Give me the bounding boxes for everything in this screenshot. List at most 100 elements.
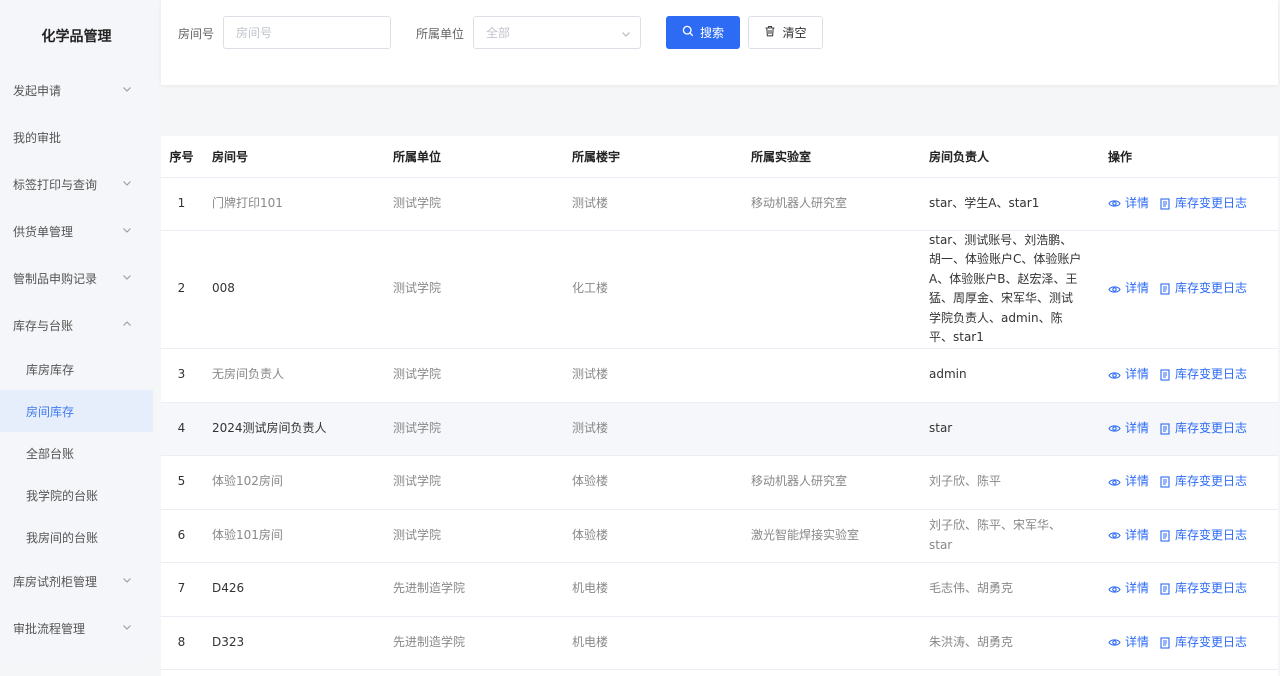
search-icon xyxy=(682,25,694,40)
unit-select-value: 全部 xyxy=(486,26,511,40)
stock-log-link[interactable]: 库存变更日志 xyxy=(1159,633,1247,653)
stock-log-link-label: 库存变更日志 xyxy=(1175,367,1248,382)
table-header-row: 序号 房间号 所属单位 所属楼宇 所属实验室 房间负责人 操作 xyxy=(161,136,1278,178)
detail-link[interactable]: 详情 xyxy=(1108,419,1149,439)
stock-log-link[interactable]: 库存变更日志 xyxy=(1159,365,1247,385)
lab-cell xyxy=(741,348,919,403)
sidebar-item[interactable]: 发起申请 xyxy=(0,69,153,111)
detail-link-label: 详情 xyxy=(1125,474,1150,489)
sidebar-item[interactable]: 供货单管理 xyxy=(0,210,153,252)
building-cell: 测试楼 xyxy=(562,348,741,403)
unit-filter-label: 所属单位 xyxy=(416,27,465,41)
owner-cell: 朱洪涛、胡勇克 xyxy=(919,616,1098,670)
column-header-unit: 所属单位 xyxy=(383,136,562,178)
sidebar-item[interactable]: 全部台账 xyxy=(0,432,153,474)
sidebar-item[interactable]: 房间库存 xyxy=(0,390,153,432)
sidebar-item-label: 管制品申购记录 xyxy=(13,271,98,286)
detail-link-label: 详情 xyxy=(1125,195,1150,210)
unit-select[interactable]: 全部 xyxy=(473,16,641,49)
detail-link[interactable]: 详情 xyxy=(1108,472,1149,492)
stock-log-link[interactable]: 库存变更日志 xyxy=(1159,419,1247,439)
column-header-building: 所属楼宇 xyxy=(562,136,741,178)
stock-log-link[interactable]: 库存变更日志 xyxy=(1159,194,1247,214)
detail-link[interactable]: 详情 xyxy=(1108,579,1149,599)
column-header-index: 序号 xyxy=(161,136,202,178)
sidebar-item[interactable]: 我的审批 xyxy=(0,116,153,158)
lab-cell: 激光智能焊接实验室 xyxy=(741,509,919,563)
stock-log-link[interactable]: 库存变更日志 xyxy=(1159,526,1247,546)
row-index: 3 xyxy=(161,348,202,403)
sidebar-item-label: 库存与台账 xyxy=(13,318,74,333)
column-header-actions: 操作 xyxy=(1098,136,1278,178)
table-row: 6 体验101房间 测试学院 体验楼 激光智能焊接实验室 刘子欣、陈平、宋军华、star 详… xyxy=(161,509,1278,563)
stock-log-link-label: 库存变更日志 xyxy=(1175,281,1248,296)
row-index: 7 xyxy=(161,562,202,617)
column-header-room: 房间号 xyxy=(202,136,383,178)
room-inventory-table: 序号 房间号 所属单位 所属楼宇 所属实验室 房间负责人 操作 1 门牌打印101… xyxy=(161,136,1278,676)
unit-cell: 测试学院 xyxy=(383,177,562,231)
detail-link-label: 详情 xyxy=(1125,581,1150,596)
unit-cell: 测试学院 xyxy=(383,230,562,349)
stock-log-link[interactable]: 库存变更日志 xyxy=(1159,579,1247,599)
detail-link[interactable]: 详情 xyxy=(1108,279,1149,299)
owner-cell: 刘子欣、陈平 xyxy=(919,455,1098,510)
eye-icon xyxy=(1108,529,1121,542)
unit-cell: 先进制造学院 xyxy=(383,562,562,617)
unit-cell: 测试学院 xyxy=(383,402,562,456)
row-index: 1 xyxy=(161,177,202,231)
detail-link[interactable]: 详情 xyxy=(1108,365,1149,385)
chevron-down-icon xyxy=(122,622,132,632)
unit-cell: 测试学院 xyxy=(383,509,562,563)
clear-button[interactable]: 清空 xyxy=(748,16,823,49)
chevron-down-icon xyxy=(122,575,132,585)
row-index: 6 xyxy=(161,509,202,563)
eye-icon xyxy=(1108,583,1121,596)
sidebar-item-label: 库房库存 xyxy=(26,362,75,377)
actions-cell: 详情 库存变更日志 xyxy=(1098,509,1278,563)
table-row: 2 008 测试学院 化工楼 star、测试账号、刘浩鹏、胡一、体验账户C、体验账户A、… xyxy=(161,230,1278,349)
chevron-down-icon xyxy=(122,178,132,188)
sidebar-item[interactable]: 标签打印与查询 xyxy=(0,163,153,205)
stock-log-link-label: 库存变更日志 xyxy=(1175,634,1248,649)
document-icon xyxy=(1159,636,1171,649)
room-search-input[interactable] xyxy=(223,16,391,49)
chevron-down-icon xyxy=(122,84,132,94)
sidebar-item[interactable]: 审批流程管理 xyxy=(0,607,153,649)
sidebar-item-label: 供货单管理 xyxy=(13,224,74,239)
eye-icon xyxy=(1108,476,1121,489)
room-cell: D323 xyxy=(202,616,383,670)
column-header-lab: 所属实验室 xyxy=(741,136,919,178)
document-icon xyxy=(1159,529,1171,542)
column-header-owner: 房间负责人 xyxy=(919,136,1098,178)
table-row: 1 门牌打印101 测试学院 测试楼 移动机器人研究室 star、学生A、star1 详情 库… xyxy=(161,177,1278,231)
building-cell: 测试楼 xyxy=(562,177,741,231)
actions-cell: 详情 库存变更日志 xyxy=(1098,230,1278,349)
document-icon xyxy=(1159,476,1171,488)
building-cell: 化工楼 xyxy=(562,230,741,349)
filter-panel: 房间号 所属单位 全部 搜索 清空 xyxy=(161,0,1278,85)
sidebar-item[interactable]: 管制品申购记录 xyxy=(0,257,153,299)
detail-link[interactable]: 详情 xyxy=(1108,633,1149,653)
detail-link[interactable]: 详情 xyxy=(1108,526,1149,546)
room-filter-label: 房间号 xyxy=(178,27,215,41)
document-icon xyxy=(1159,197,1171,210)
search-button[interactable]: 搜索 xyxy=(666,16,740,49)
actions-cell: 详情 库存变更日志 xyxy=(1098,455,1278,510)
stock-log-link[interactable]: 库存变更日志 xyxy=(1159,472,1247,492)
sidebar-item[interactable]: 我学院的台账 xyxy=(0,474,153,516)
stock-log-link[interactable]: 库存变更日志 xyxy=(1159,279,1247,299)
chevron-up-icon xyxy=(122,319,132,329)
lab-cell: 移动机器人研究室 xyxy=(741,177,919,231)
detail-link-label: 详情 xyxy=(1125,527,1150,542)
sidebar-item[interactable]: 库房试剂柜管理 xyxy=(0,560,153,602)
room-cell: 体验102房间 xyxy=(202,455,383,510)
detail-link[interactable]: 详情 xyxy=(1108,194,1149,214)
sidebar-item[interactable]: 我房间的台账 xyxy=(0,516,153,558)
stock-log-link-label: 库存变更日志 xyxy=(1175,420,1248,435)
room-cell: 008 xyxy=(202,230,383,349)
sidebar-item[interactable]: 库存与台账 xyxy=(0,304,153,346)
sidebar-item-label: 我学院的台账 xyxy=(26,488,99,503)
table-row: 5 体验102房间 测试学院 体验楼 移动机器人研究室 刘子欣、陈平 详情 库存变更日志 xyxy=(161,455,1278,510)
sidebar-item[interactable]: 库房库存 xyxy=(0,348,153,390)
detail-link-label: 详情 xyxy=(1125,420,1150,435)
